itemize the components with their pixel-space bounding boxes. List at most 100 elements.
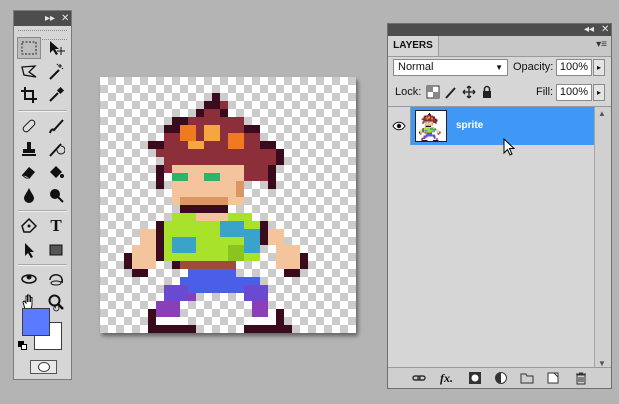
sprite-pixel (156, 165, 164, 189)
visibility-toggle[interactable] (388, 107, 411, 145)
sprite-pixel (422, 119, 425, 121)
trash-icon[interactable] (574, 371, 588, 385)
bucket-icon (50, 166, 64, 178)
sprite-pixel (180, 205, 228, 213)
eraser-tool[interactable] (17, 161, 41, 183)
layer-thumbnail[interactable] (415, 110, 447, 142)
tools-panel: ▸▸ ✕ T ↻ (13, 10, 72, 380)
sprite-pixel (268, 165, 276, 189)
sprite-pixel (156, 221, 164, 261)
opacity-input[interactable]: 100% (556, 59, 592, 76)
sprite-pixel (434, 127, 436, 131)
opacity-slider-arrow[interactable]: ▸ (593, 59, 605, 76)
lock-transparency-icon[interactable] (426, 85, 440, 99)
brush-tool[interactable] (44, 115, 68, 137)
crop-icon (21, 87, 37, 103)
pen-tool[interactable] (17, 215, 41, 237)
history-brush-tool[interactable] (44, 138, 68, 160)
sprite-pixel (428, 114, 431, 116)
link-icon[interactable] (412, 371, 426, 385)
fx-icon[interactable]: fx. (440, 371, 454, 385)
sprite-pixel (431, 117, 433, 120)
scroll-up-icon[interactable]: ▲ (598, 109, 606, 118)
layers-titlebar[interactable]: ◂◂ ✕ (388, 24, 611, 36)
sprite-pixel (268, 229, 284, 245)
magic-wand-icon (49, 63, 64, 80)
layers-footer: fx. (388, 367, 611, 388)
rectangular-marquee-tool[interactable] (17, 37, 41, 59)
paint-bucket-tool[interactable] (44, 161, 68, 183)
default-colors-icon[interactable] (18, 341, 27, 350)
3d-orbit-tool[interactable] (44, 268, 68, 290)
lock-position-icon[interactable] (462, 85, 476, 99)
close-icon[interactable]: ✕ (61, 11, 69, 26)
sprite-pixel (424, 121, 433, 123)
foreground-color-swatch[interactable] (22, 308, 50, 336)
tab-layers[interactable]: LAYERS (388, 36, 439, 56)
sprite-pixel (244, 325, 292, 333)
move-tool[interactable] (44, 37, 68, 59)
sprite-pixel (439, 131, 441, 134)
sprite-pixel (426, 133, 432, 135)
eyedropper-tool[interactable] (44, 84, 68, 106)
blend-mode-select[interactable]: Normal ▼ (393, 59, 508, 76)
path-selection-tool[interactable] (17, 239, 41, 261)
sprite-pixel (422, 127, 424, 133)
lock-pixels-icon[interactable] (444, 85, 458, 99)
sprite-pixel (425, 116, 428, 119)
quick-mask-icon (37, 362, 50, 372)
sprite-pixel (300, 253, 308, 269)
collapse-icon[interactable]: ▸▸ (45, 11, 55, 26)
move-icon (50, 41, 65, 55)
sprite-pixel (244, 285, 268, 301)
crop-tool[interactable] (17, 84, 41, 106)
sprite-pixel (156, 301, 180, 317)
rectangle-icon (49, 244, 63, 256)
tool-separator (18, 210, 67, 212)
folder-icon[interactable] (520, 371, 534, 385)
sprite-pixel (132, 245, 156, 261)
panel-menu-icon[interactable]: ▾≡ (596, 39, 607, 50)
drop-icon (24, 188, 34, 203)
sprite-pixel (172, 261, 180, 269)
close-icon[interactable]: ✕ (601, 22, 609, 37)
collapse-icon[interactable]: ◂◂ (584, 22, 594, 37)
sprite-pixel (204, 101, 220, 109)
layer-name[interactable]: sprite (456, 107, 483, 145)
new-layer-icon[interactable] (546, 371, 560, 385)
swap-colors-icon[interactable]: ↻ (52, 304, 60, 315)
tools-titlebar[interactable]: ▸▸ ✕ (14, 11, 71, 26)
fill-slider-arrow[interactable]: ▸ (593, 84, 605, 101)
layer-list: sprite ▲ ▼ (388, 106, 611, 370)
adjustment-icon[interactable] (494, 371, 508, 385)
sprite-pixel (422, 121, 424, 125)
mask-icon[interactable] (468, 371, 482, 385)
sprite-pixel (431, 126, 434, 128)
sprite-pixel (276, 309, 284, 325)
3d-rotate-tool[interactable] (17, 268, 41, 290)
sprite-pixel (434, 118, 437, 120)
sprite-pixel (432, 135, 436, 138)
sprite-pixel (212, 93, 220, 101)
sprite-pixel (423, 135, 427, 138)
layers-scrollbar[interactable]: ▲ ▼ (594, 107, 611, 370)
lock-all-icon[interactable] (480, 85, 494, 99)
lasso-tool[interactable] (17, 61, 41, 83)
fill-input[interactable]: 100% (556, 84, 592, 101)
3d-orbit-icon (49, 274, 63, 286)
healing-brush-tool[interactable] (17, 115, 41, 137)
sprite-pixel (437, 133, 440, 135)
sprite-pixel (426, 122, 429, 124)
document-canvas[interactable] (100, 77, 356, 333)
magic-wand-tool[interactable] (44, 61, 68, 83)
dodge-tool[interactable] (44, 184, 68, 206)
bandage-icon (22, 119, 36, 133)
layer-row-sprite[interactable]: sprite (388, 107, 595, 145)
shape-tool[interactable] (44, 239, 68, 261)
stamp-icon (22, 142, 36, 156)
clone-stamp-tool[interactable] (17, 138, 41, 160)
quick-mask-button[interactable] (30, 360, 57, 374)
sprite-pixel (419, 133, 422, 135)
blur-tool[interactable] (17, 184, 41, 206)
type-tool[interactable]: T (44, 215, 68, 237)
